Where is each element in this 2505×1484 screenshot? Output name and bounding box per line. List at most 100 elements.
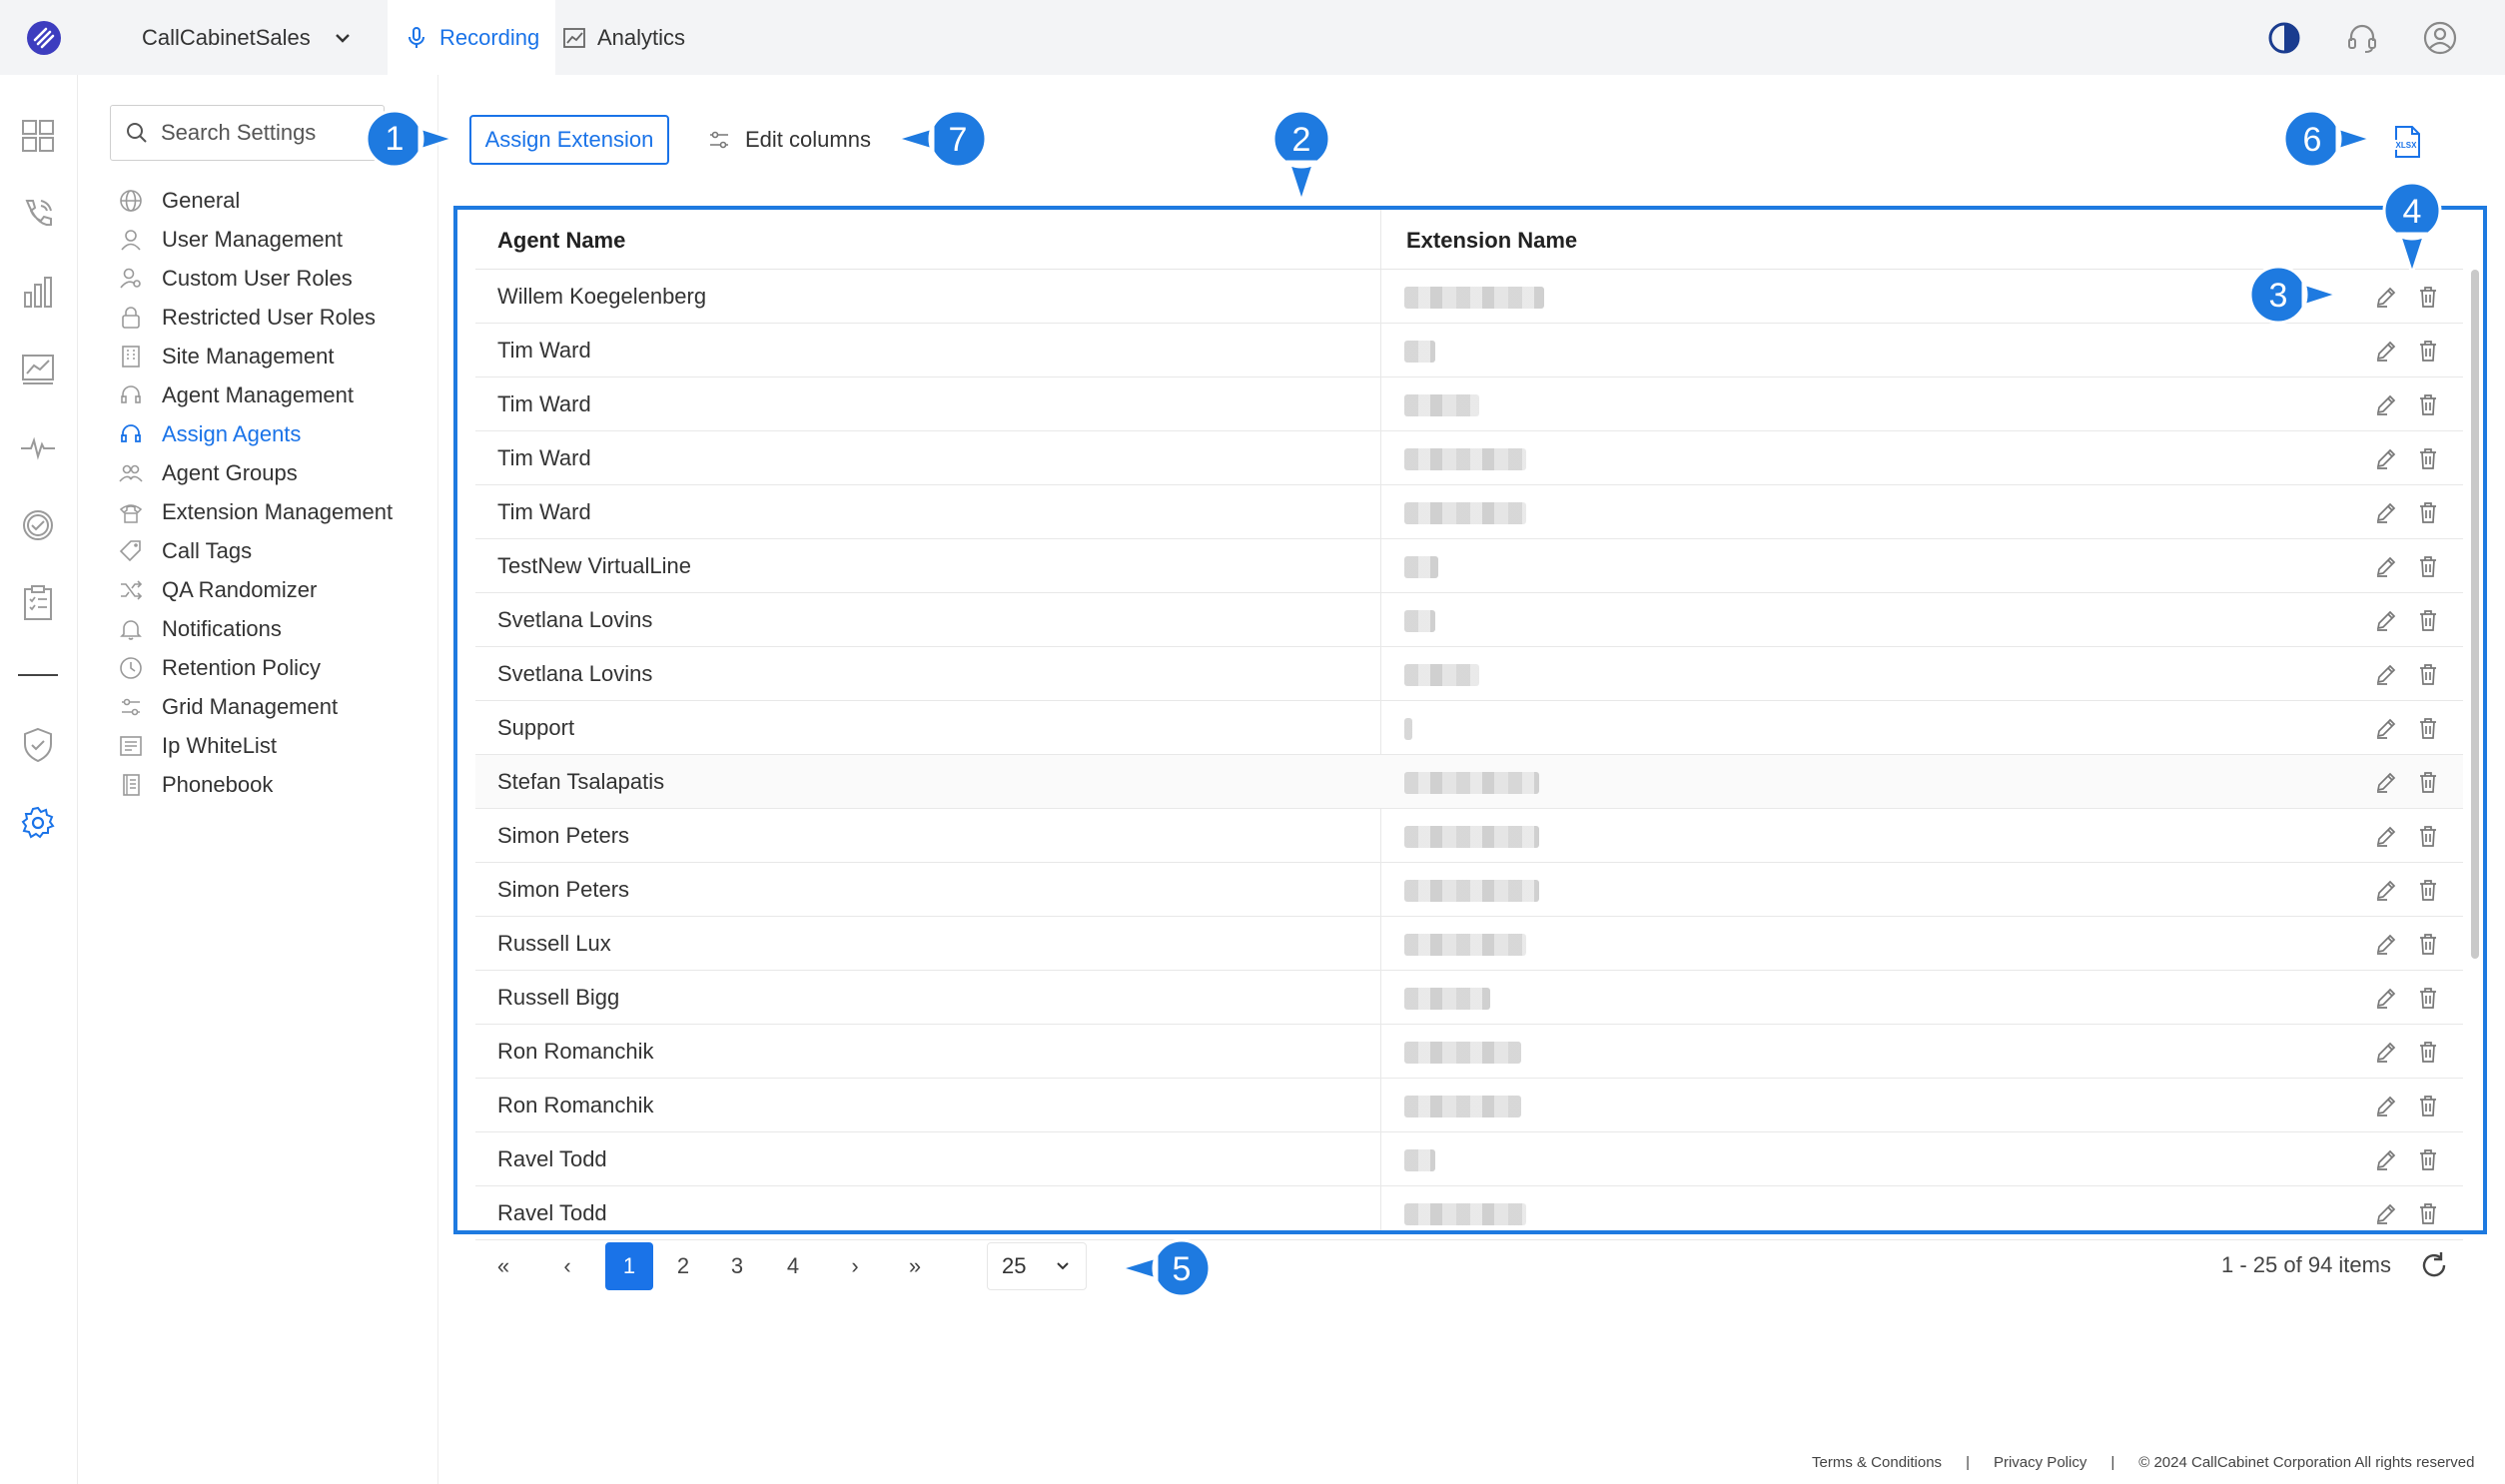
- sidebar-item-ip-whitelist[interactable]: Ip WhiteList: [118, 726, 418, 766]
- trend-chart-icon[interactable]: [19, 351, 57, 388]
- contrast-icon[interactable]: [2265, 19, 2303, 57]
- edit-pencil-icon[interactable]: [2373, 931, 2399, 957]
- table-row[interactable]: Simon Peters: [475, 809, 2463, 863]
- callcabinet-logo-icon[interactable]: [24, 18, 64, 58]
- sidebar-item-site-management[interactable]: Site Management: [118, 337, 418, 376]
- edit-pencil-icon[interactable]: [2373, 823, 2399, 849]
- next-page-button[interactable]: ›: [831, 1242, 879, 1290]
- table-row[interactable]: Svetlana Lovins: [475, 593, 2463, 647]
- sidebar-item-extension-management[interactable]: Extension Management: [118, 492, 418, 532]
- delete-trash-icon[interactable]: [2415, 931, 2441, 957]
- edit-pencil-icon[interactable]: [2373, 1039, 2399, 1065]
- user-profile-icon[interactable]: [2421, 19, 2459, 57]
- edit-pencil-icon[interactable]: [2373, 284, 2399, 310]
- sidebar-item-call-tags[interactable]: Call Tags: [118, 531, 418, 571]
- search-settings-input[interactable]: [161, 120, 361, 146]
- table-row[interactable]: Stefan Tsalapatis: [475, 755, 2463, 809]
- sidebar-item-agent-management[interactable]: Agent Management: [118, 375, 418, 415]
- table-row[interactable]: Ron Romanchik: [475, 1025, 2463, 1079]
- phone-calls-icon[interactable]: [19, 195, 57, 233]
- dashboard-icon[interactable]: [19, 117, 57, 155]
- edit-pencil-icon[interactable]: [2373, 391, 2399, 417]
- page-3-button[interactable]: 3: [713, 1242, 761, 1290]
- table-row[interactable]: Willem Koegelenberg: [475, 270, 2463, 324]
- sidebar-item-notifications[interactable]: Notifications: [118, 609, 418, 649]
- edit-pencil-icon[interactable]: [2373, 553, 2399, 579]
- table-row[interactable]: Svetlana Lovins: [475, 647, 2463, 701]
- edit-pencil-icon[interactable]: [2373, 661, 2399, 687]
- sidebar-item-user-management[interactable]: User Management: [118, 220, 418, 260]
- table-row[interactable]: Ron Romanchik: [475, 1079, 2463, 1132]
- edit-pencil-icon[interactable]: [2373, 338, 2399, 364]
- bar-chart-icon[interactable]: [19, 273, 57, 311]
- tab-recording[interactable]: Recording: [388, 0, 556, 75]
- terms-link[interactable]: Terms & Conditions: [1812, 1454, 1942, 1471]
- headset-support-icon[interactable]: [2343, 19, 2381, 57]
- delete-trash-icon[interactable]: [2415, 823, 2441, 849]
- first-page-button[interactable]: «: [477, 1242, 529, 1290]
- search-settings-box[interactable]: [110, 105, 385, 161]
- shield-check-icon[interactable]: [19, 726, 57, 764]
- assign-extension-button[interactable]: Assign Extension: [469, 115, 669, 165]
- settings-gear-icon[interactable]: [19, 804, 57, 842]
- clipboard-icon[interactable]: [19, 584, 57, 622]
- edit-columns-button[interactable]: Edit columns: [707, 116, 871, 164]
- edit-pencil-icon[interactable]: [2373, 877, 2399, 903]
- refresh-icon[interactable]: [2417, 1248, 2451, 1282]
- xlsx-export-icon[interactable]: XLSX: [2389, 124, 2425, 160]
- edit-pencil-icon[interactable]: [2373, 985, 2399, 1011]
- edit-pencil-icon[interactable]: [2373, 1200, 2399, 1226]
- delete-trash-icon[interactable]: [2415, 769, 2441, 795]
- table-row[interactable]: Ravel Todd: [475, 1132, 2463, 1186]
- edit-pencil-icon[interactable]: [2373, 1146, 2399, 1172]
- sidebar-item-grid-management[interactable]: Grid Management: [118, 687, 418, 727]
- sidebar-item-general[interactable]: General: [118, 181, 418, 221]
- delete-trash-icon[interactable]: [2415, 1039, 2441, 1065]
- pulse-icon[interactable]: [19, 428, 57, 466]
- delete-trash-icon[interactable]: [2415, 877, 2441, 903]
- edit-pencil-icon[interactable]: [2373, 607, 2399, 633]
- table-row[interactable]: Ravel Todd: [475, 1186, 2463, 1240]
- table-row[interactable]: Simon Peters: [475, 863, 2463, 917]
- table-row[interactable]: Russell Lux: [475, 917, 2463, 971]
- delete-trash-icon[interactable]: [2415, 661, 2441, 687]
- table-scrollbar[interactable]: [2471, 270, 2479, 959]
- table-row[interactable]: Tim Ward: [475, 431, 2463, 485]
- edit-pencil-icon[interactable]: [2373, 445, 2399, 471]
- column-header-extension-name[interactable]: Extension Name: [1406, 228, 1577, 254]
- delete-trash-icon[interactable]: [2415, 985, 2441, 1011]
- delete-trash-icon[interactable]: [2415, 715, 2441, 741]
- column-header-agent-name[interactable]: Agent Name: [497, 228, 625, 254]
- sidebar-item-custom-user-roles[interactable]: Custom User Roles: [118, 259, 418, 299]
- edit-pencil-icon[interactable]: [2373, 1093, 2399, 1118]
- last-page-button[interactable]: »: [891, 1242, 939, 1290]
- sidebar-item-assign-agents[interactable]: Assign Agents: [118, 414, 418, 454]
- delete-trash-icon[interactable]: [2415, 391, 2441, 417]
- edit-pencil-icon[interactable]: [2373, 769, 2399, 795]
- sidebar-item-qa-randomizer[interactable]: QA Randomizer: [118, 570, 418, 610]
- page-4-button[interactable]: 4: [769, 1242, 817, 1290]
- delete-trash-icon[interactable]: [2415, 1093, 2441, 1118]
- edit-pencil-icon[interactable]: [2373, 715, 2399, 741]
- check-circle-icon[interactable]: [19, 506, 57, 544]
- sidebar-item-agent-groups[interactable]: Agent Groups: [118, 453, 418, 493]
- sidebar-item-restricted-user-roles[interactable]: Restricted User Roles: [118, 298, 418, 338]
- delete-trash-icon[interactable]: [2415, 338, 2441, 364]
- delete-trash-icon[interactable]: [2415, 445, 2441, 471]
- organization-selector[interactable]: CallCabinetSales: [142, 0, 353, 75]
- sidebar-item-phonebook[interactable]: Phonebook: [118, 765, 418, 805]
- delete-trash-icon[interactable]: [2415, 1146, 2441, 1172]
- table-row[interactable]: Support: [475, 701, 2463, 755]
- delete-trash-icon[interactable]: [2415, 499, 2441, 525]
- edit-pencil-icon[interactable]: [2373, 499, 2399, 525]
- page-2-button[interactable]: 2: [659, 1242, 707, 1290]
- tab-analytics[interactable]: Analytics: [545, 0, 701, 75]
- delete-trash-icon[interactable]: [2415, 1200, 2441, 1226]
- page-size-select[interactable]: 25: [987, 1242, 1087, 1290]
- table-row[interactable]: Tim Ward: [475, 485, 2463, 539]
- table-row[interactable]: Tim Ward: [475, 377, 2463, 431]
- privacy-link[interactable]: Privacy Policy: [1994, 1454, 2087, 1471]
- table-row[interactable]: TestNew VirtualLine: [475, 539, 2463, 593]
- delete-trash-icon[interactable]: [2415, 607, 2441, 633]
- sidebar-item-retention-policy[interactable]: Retention Policy: [118, 648, 418, 688]
